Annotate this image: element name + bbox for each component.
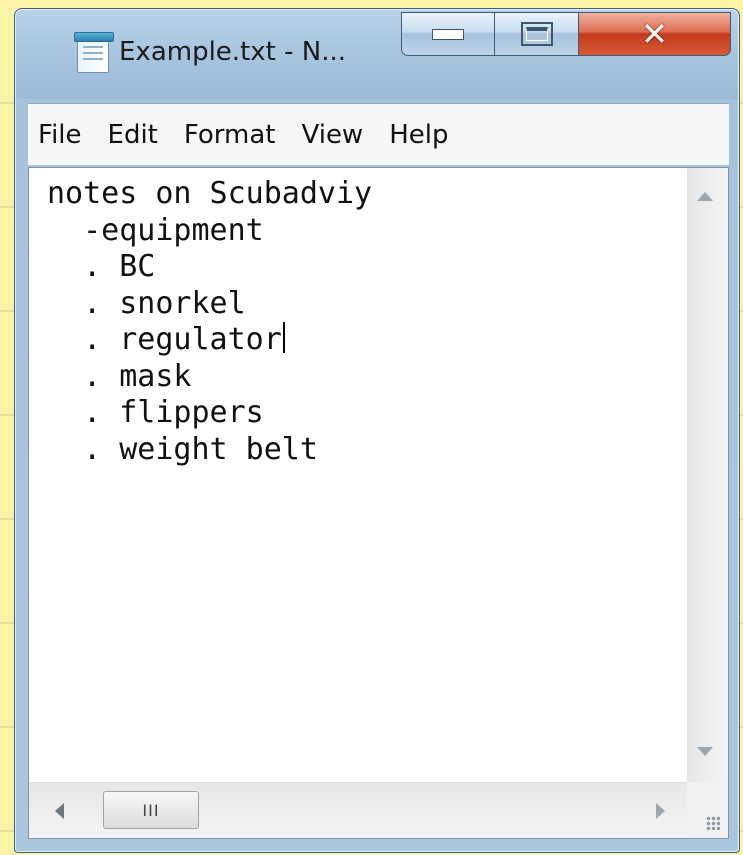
maximize-button[interactable] [495, 12, 579, 56]
menu-format[interactable]: Format [171, 120, 289, 150]
horizontal-scrollbar[interactable]: III [29, 782, 687, 838]
scroll-left-arrow-icon[interactable] [55, 803, 64, 819]
text-line: notes on Scubadviy [47, 176, 373, 211]
text-line: . weight belt [47, 431, 318, 467]
title-bar[interactable]: Example.txt - N... ✕ [15, 9, 739, 97]
minimize-icon [432, 28, 464, 40]
size-grip-icon[interactable] [687, 782, 728, 838]
text-line: . flippers [47, 395, 264, 430]
menu-bar: File Edit Format View Help [28, 103, 729, 165]
text-editor[interactable]: notes on Scubadviy -equipment . BC . sno… [28, 167, 729, 839]
close-button[interactable]: ✕ [579, 12, 731, 56]
minimize-button[interactable] [401, 12, 495, 56]
menu-help[interactable]: Help [376, 120, 461, 150]
text-line-with-caret: . regulator [47, 322, 687, 359]
maximize-icon [520, 22, 553, 46]
menu-edit[interactable]: Edit [95, 120, 171, 150]
scroll-right-arrow-icon[interactable] [656, 803, 665, 819]
document-text[interactable]: notes on Scubadviy -equipment . BC . sno… [29, 168, 687, 468]
window-title: Example.txt - N... [119, 37, 346, 67]
grip-icon: III [142, 800, 160, 820]
text-line: . regulator [47, 322, 282, 357]
notepad-window: Example.txt - N... ✕ File Edit Format Vi… [14, 8, 740, 853]
text-line: . mask [47, 358, 192, 394]
horizontal-scroll-thumb[interactable]: III [103, 791, 199, 829]
text-line: -equipment [47, 212, 264, 248]
scroll-up-arrow-icon[interactable] [697, 192, 713, 201]
text-area[interactable]: notes on Scubadviy -equipment . BC . sno… [29, 168, 687, 782]
text-caret [282, 322, 285, 353]
close-icon: ✕ [641, 15, 668, 53]
menu-view[interactable]: View [289, 120, 377, 150]
text-line: . BC [47, 249, 156, 284]
menu-file[interactable]: File [28, 120, 95, 150]
text-line: . snorkel [47, 285, 246, 321]
vertical-scrollbar[interactable] [687, 168, 728, 782]
scroll-down-arrow-icon[interactable] [697, 747, 713, 756]
caption-buttons: ✕ [401, 12, 731, 58]
notepad-icon[interactable] [74, 32, 114, 73]
